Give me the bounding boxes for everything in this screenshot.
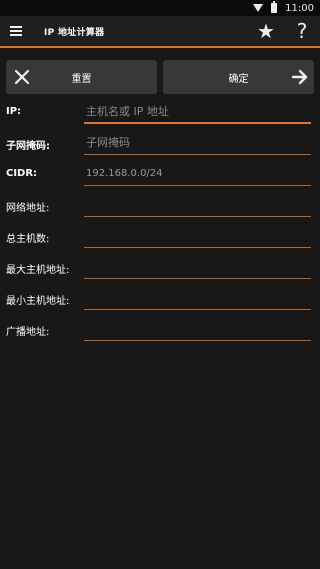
reset-button[interactable]: 重置 bbox=[6, 60, 157, 94]
form-row-cidr: CIDR: 192.168.0.0/24 bbox=[0, 162, 320, 193]
min-host-label: 最小主机地址: bbox=[6, 296, 70, 307]
form-row-total-hosts: 总主机数: bbox=[0, 224, 320, 255]
star-icon[interactable]: ★ bbox=[248, 15, 284, 47]
total-hosts-label: 总主机数: bbox=[6, 234, 50, 245]
status-bar: 11:00 bbox=[0, 0, 320, 16]
status-time: 11:00 bbox=[285, 2, 314, 14]
min-host-field bbox=[84, 290, 311, 310]
form-row-subnet-mask: 子网掩码: 子网掩码 bbox=[0, 131, 320, 162]
form-row-network-address: 网络地址: bbox=[0, 193, 320, 224]
form-row-ip: IP: 主机名或 IP 地址 bbox=[0, 100, 320, 131]
form-row-broadcast: 广播地址: bbox=[0, 317, 320, 348]
network-address-field bbox=[84, 197, 311, 217]
ip-input[interactable]: 主机名或 IP 地址 bbox=[84, 104, 311, 124]
cidr-label: CIDR: bbox=[6, 168, 38, 179]
total-hosts-field bbox=[84, 228, 311, 248]
max-host-field bbox=[84, 259, 311, 279]
app-actions: ★ ? bbox=[248, 15, 320, 47]
subnet-mask-label: 子网掩码: bbox=[6, 141, 50, 152]
subnet-mask-input[interactable]: 子网掩码 bbox=[84, 135, 311, 155]
network-address-label: 网络地址: bbox=[6, 203, 50, 214]
app-bar: IP 地址计算器 ★ ? bbox=[0, 16, 320, 48]
app-title: IP 地址计算器 bbox=[44, 27, 105, 38]
cidr-input[interactable]: 192.168.0.0/24 bbox=[84, 166, 311, 186]
confirm-button[interactable]: 确定 bbox=[163, 60, 314, 94]
button-row: 重置 确定 bbox=[6, 60, 314, 94]
ip-calculator-form: IP: 主机名或 IP 地址 子网掩码: 子网掩码 CIDR: 192.168.… bbox=[0, 100, 320, 348]
ip-label: IP: bbox=[6, 106, 22, 117]
arrow-right-icon bbox=[291, 69, 308, 85]
form-row-min-host: 最小主机地址: bbox=[0, 286, 320, 317]
help-icon[interactable]: ? bbox=[284, 15, 320, 47]
broadcast-address-field bbox=[84, 321, 311, 341]
battery-icon bbox=[271, 1, 278, 13]
broadcast-address-label: 广播地址: bbox=[6, 327, 50, 338]
reset-button-label: 重置 bbox=[71, 73, 92, 85]
form-row-max-host: 最大主机地址: bbox=[0, 255, 320, 286]
wifi-icon bbox=[253, 4, 264, 12]
max-host-label: 最大主机地址: bbox=[6, 265, 70, 276]
menu-icon[interactable] bbox=[0, 15, 32, 47]
